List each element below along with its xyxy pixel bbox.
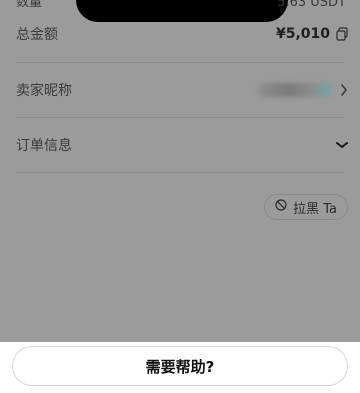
order-info-row[interactable]: 订单信息: [16, 133, 348, 157]
copy-icon[interactable]: [336, 27, 348, 41]
quantity-value: 5.63 USDT: [277, 0, 346, 10]
total-amount-value-wrap: ¥5,010: [276, 26, 348, 42]
chevron-right-icon: [340, 84, 348, 96]
seller-nickname-masked: [258, 83, 334, 97]
chevron-down-icon: [336, 141, 348, 149]
seller-nickname-row[interactable]: 卖家昵称: [16, 78, 348, 102]
divider-1: [16, 62, 344, 63]
total-amount-label: 总金额: [16, 27, 58, 43]
block-icon: [275, 199, 287, 215]
block-user-button[interactable]: 拉黑 Ta: [264, 194, 348, 220]
block-user-label: 拉黑 Ta: [293, 201, 337, 217]
seller-nickname-value-wrap: [258, 83, 348, 97]
order-info-label: 订单信息: [16, 138, 72, 154]
need-help-label: 需要帮助?: [145, 357, 215, 376]
divider-3: [16, 172, 344, 173]
need-help-button[interactable]: 需要帮助?: [12, 346, 348, 386]
divider-2: [16, 117, 344, 118]
order-details-screen: 数量 5.63 USDT 总金额 ¥5,010 卖家昵称 订单信息 拉黑 Ta …: [0, 0, 360, 393]
seller-nickname-label: 卖家昵称: [16, 83, 72, 99]
total-amount-value: ¥5,010: [275, 26, 330, 42]
bottom-sheet: 需要帮助?: [0, 342, 360, 393]
quantity-row-partial: 数量 5.63 USDT: [16, 0, 346, 12]
total-amount-row: 总金额 ¥5,010: [16, 22, 348, 46]
quantity-label: 数量: [16, 0, 43, 10]
